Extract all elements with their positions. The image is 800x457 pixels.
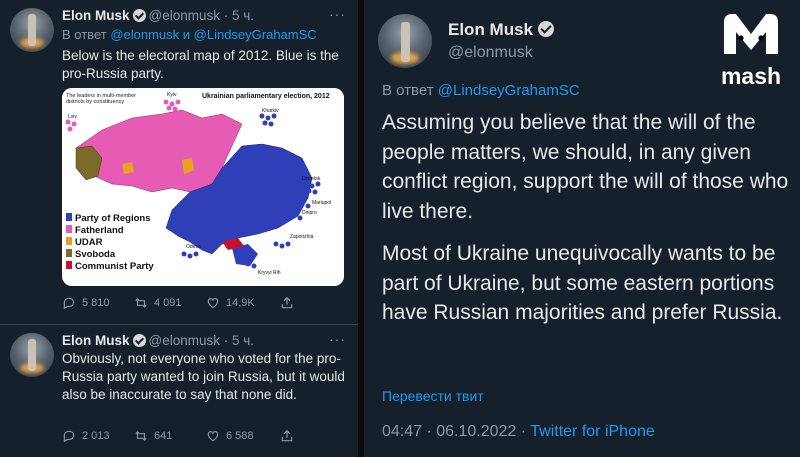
author-name[interactable]: Elon Musk <box>448 20 533 39</box>
tweet-actions: 2 013 641 6 588 <box>62 429 342 445</box>
legend-communist-party: Communist Party <box>75 261 154 272</box>
share-button[interactable] <box>280 296 294 310</box>
author-name-row[interactable]: Elon Musk <box>448 20 557 40</box>
tweet-text: Below is the electoral map of 2012. Blue… <box>62 48 339 81</box>
map-city-kryvyi-rih: Kryvyi Rih <box>258 270 281 276</box>
tweet-timestamp[interactable]: 04:47 · 06.10.2022 · <box>382 423 526 440</box>
tweet-client[interactable]: Twitter for iPhone <box>530 423 655 440</box>
right-panel: Elon Musk @elonmusk mash В ответ @Lindse… <box>364 0 800 457</box>
verified-icon <box>132 334 146 347</box>
mash-wordmark: mash <box>721 63 781 89</box>
legend-udar: UDAR <box>75 237 103 248</box>
tweet-paragraph-2: Most of Ukraine unequivocally wants to b… <box>382 242 783 324</box>
retweet-button[interactable]: 4 091 <box>134 296 182 310</box>
tweet-time[interactable]: · 5 ч. <box>224 333 254 348</box>
like-count: 6 588 <box>226 430 254 442</box>
author-handle[interactable]: @elonmusk <box>149 8 220 23</box>
share-button[interactable] <box>280 429 294 443</box>
retweet-count: 641 <box>154 430 173 442</box>
mash-logo: mash <box>710 8 792 90</box>
map-city-zaporizhia: Zaporizhia <box>290 234 314 240</box>
reply-count: 2 013 <box>82 430 110 442</box>
avatar[interactable] <box>10 8 54 52</box>
tweet-2[interactable]: Elon Musk @elonmusk · 5 ч. ··· Obviously,… <box>0 325 358 457</box>
map-city-mariupol: Mariupol <box>312 200 331 206</box>
tweet-paragraph-1: Assuming you believe that the will of th… <box>382 111 789 223</box>
author-name[interactable]: Elon Musk <box>62 8 130 23</box>
tweet-time[interactable]: · 5 ч. <box>224 8 254 23</box>
legend-party-of-regions: Party of Regions <box>75 213 151 224</box>
map-city-kyiv: Kyiv <box>167 92 177 98</box>
map-city-dnipro: Dnipro <box>302 210 317 216</box>
share-icon <box>281 296 293 309</box>
left-panel: Elon Musk @elonmusk · 5 ч. ··· В ответ @e… <box>0 0 358 457</box>
retweet-button[interactable]: 641 <box>134 429 172 443</box>
legend-swatch <box>66 249 72 257</box>
share-icon <box>281 429 293 442</box>
retweet-icon <box>135 431 147 441</box>
verified-icon <box>132 9 146 22</box>
legend-swatch <box>66 237 72 245</box>
like-button[interactable]: 6 588 <box>206 429 254 443</box>
author-handle[interactable]: @elonmusk <box>448 44 533 62</box>
map-city-kharkiv: Kharkiv <box>262 108 279 114</box>
map-city-odesa: Odesa <box>186 244 201 250</box>
map-title: Ukrainian parliamentary election, 2012 <box>202 93 330 100</box>
electoral-map-image[interactable]: The leaders in multi-member districts by… <box>62 88 344 286</box>
avatar[interactable] <box>378 14 432 68</box>
like-count: 14,9K <box>226 297 255 309</box>
reply-icon <box>63 297 75 310</box>
author-name[interactable]: Elon Musk <box>62 333 130 348</box>
verified-icon <box>538 21 555 37</box>
more-options-icon[interactable]: ··· <box>329 6 346 22</box>
author-handle[interactable]: @elonmusk <box>149 333 220 348</box>
avatar[interactable] <box>10 333 54 377</box>
tweet-header: Elon Musk @elonmusk · 5 ч. <box>62 333 254 348</box>
legend-svoboda: Svoboda <box>75 249 116 260</box>
reply-count: 5 810 <box>82 297 110 309</box>
reply-handles[interactable]: @elonmusk и @LindseyGrahamSC <box>110 27 316 42</box>
tweet-1[interactable]: Elon Musk @elonmusk · 5 ч. ··· В ответ @e… <box>0 0 358 312</box>
tweet-text: Obviously, not everyone who voted for th… <box>62 351 345 402</box>
heart-icon <box>207 431 219 442</box>
legend-swatch <box>66 213 72 221</box>
reply-prefix: В ответ <box>382 82 434 99</box>
reply-icon <box>63 430 75 443</box>
legend-fatherland: Fatherland <box>75 225 124 236</box>
like-button[interactable]: 14,9K <box>206 296 255 310</box>
heart-icon <box>207 298 219 309</box>
legend-swatch <box>66 225 72 233</box>
tweet-header: Elon Musk @elonmusk · 5 ч. <box>62 8 254 23</box>
reply-context: В ответ @elonmusk и @LindseyGrahamSC <box>62 27 317 42</box>
map-city-lviv: Lviv <box>68 114 77 120</box>
legend-swatch <box>66 261 72 269</box>
retweet-count: 4 091 <box>154 297 182 309</box>
tweet-actions: 5 810 4 091 14,9K <box>62 296 342 312</box>
reply-prefix: В ответ <box>62 27 107 42</box>
reply-button[interactable]: 5 810 <box>62 296 110 310</box>
reply-handle[interactable]: @LindseyGrahamSC <box>438 82 580 99</box>
translate-tweet-link[interactable]: Перевести твит <box>382 388 484 404</box>
retweet-icon <box>135 298 147 308</box>
more-options-icon[interactable]: ··· <box>329 331 346 347</box>
reply-context: В ответ @LindseyGrahamSC <box>382 82 580 99</box>
tweet-timestamp-row: 04:47 · 06.10.2022 · Twitter for iPhone <box>382 423 655 441</box>
map-city-donetsk: Donetsk <box>302 176 321 182</box>
reply-button[interactable]: 2 013 <box>62 429 110 443</box>
